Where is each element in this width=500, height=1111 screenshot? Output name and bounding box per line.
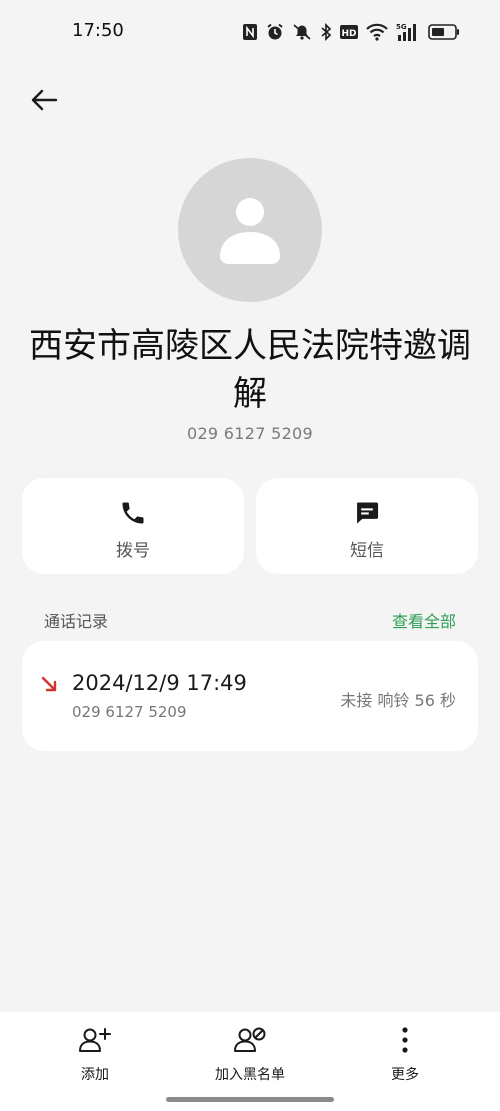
alarm-icon xyxy=(266,23,284,41)
add-contact-button[interactable]: 添加 xyxy=(35,1024,155,1084)
call-log-title: 通话记录 xyxy=(44,612,109,631)
back-arrow-icon xyxy=(31,89,58,111)
mute-icon xyxy=(292,23,312,41)
person-icon xyxy=(220,198,280,264)
avatar xyxy=(178,158,322,302)
back-button[interactable] xyxy=(26,84,62,116)
contact-detail-screen: 17:50 HD 5G 西安市高陵区人民法院特邀调解 029 6127 5209… xyxy=(0,0,500,1111)
call-number: 029 6127 5209 xyxy=(72,703,187,721)
signal-5g-icon: 5G xyxy=(396,22,420,42)
call-log-item[interactable]: 2024/12/9 17:49 029 6127 5209 未接 响铃 56 秒 xyxy=(22,641,478,751)
svg-text:5G: 5G xyxy=(396,23,407,31)
battery-icon xyxy=(428,23,460,41)
more-button[interactable]: 更多 xyxy=(345,1024,465,1084)
hd-icon: HD xyxy=(340,24,358,40)
sms-label: 短信 xyxy=(350,541,384,561)
add-person-icon xyxy=(35,1024,155,1056)
view-all-link[interactable]: 查看全部 xyxy=(392,608,456,632)
block-contact-button[interactable]: 加入黑名单 xyxy=(190,1024,310,1084)
block-person-icon xyxy=(190,1024,310,1056)
more-vertical-icon xyxy=(345,1024,465,1056)
block-label: 加入黑名单 xyxy=(215,1067,285,1083)
home-indicator[interactable] xyxy=(166,1097,334,1102)
wifi-icon xyxy=(366,23,388,41)
sms-button[interactable]: 短信 xyxy=(256,478,478,574)
phone-icon xyxy=(118,498,148,528)
dial-button[interactable]: 拨号 xyxy=(22,478,244,574)
bottom-action-bar: 添加 加入黑名单 更多 xyxy=(0,1012,500,1111)
status-icons: HD 5G xyxy=(242,20,460,44)
status-bar: 17:50 HD 5G xyxy=(0,0,500,64)
contact-name: 西安市高陵区人民法院特邀调解 xyxy=(29,326,471,414)
message-icon xyxy=(352,498,382,528)
dial-label: 拨号 xyxy=(116,541,150,561)
call-status: 未接 响铃 56 秒 xyxy=(340,691,456,710)
missed-call-arrow-icon xyxy=(41,676,57,692)
status-time: 17:50 xyxy=(72,20,124,41)
more-label: 更多 xyxy=(391,1067,419,1083)
contact-number: 029 6127 5209 xyxy=(186,424,314,443)
add-label: 添加 xyxy=(81,1067,109,1083)
call-datetime: 2024/12/9 17:49 xyxy=(72,671,247,695)
bluetooth-icon xyxy=(320,23,332,41)
svg-text:HD: HD xyxy=(341,29,356,39)
nfc-icon xyxy=(242,23,258,41)
